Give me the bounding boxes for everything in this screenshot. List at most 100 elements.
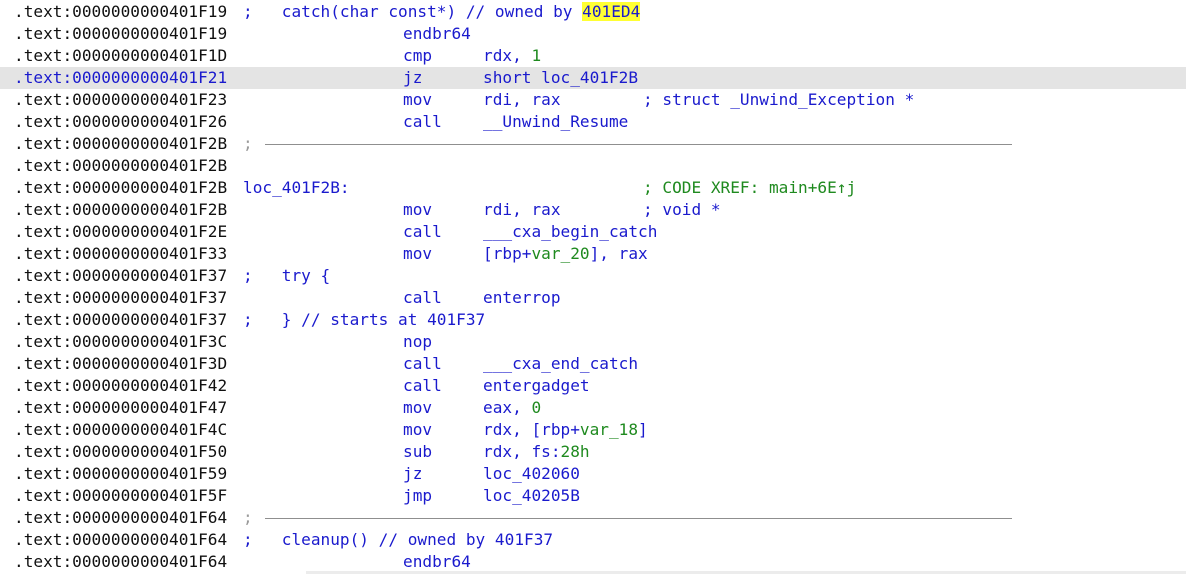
highlighted-address[interactable]: 401ED4 bbox=[582, 2, 641, 21]
instruction-mnemonic[interactable]: sub bbox=[403, 441, 432, 463]
instruction-mnemonic[interactable]: mov bbox=[403, 397, 432, 419]
listing-row[interactable]: .text:0000000000401F59 jz loc_402060 bbox=[0, 463, 1186, 485]
instruction-operands[interactable]: ___cxa_begin_catch bbox=[483, 221, 657, 243]
block-comment: ; try { bbox=[243, 265, 330, 287]
address[interactable]: .text:0000000000401F2B bbox=[14, 155, 227, 177]
instruction-mnemonic[interactable]: jz bbox=[403, 463, 422, 485]
address[interactable]: .text:0000000000401F64 bbox=[14, 507, 227, 529]
address[interactable]: .text:0000000000401F2B bbox=[14, 177, 227, 199]
listing-row[interactable]: .text:0000000000401F37 ; try { bbox=[0, 265, 1186, 287]
instruction-operands[interactable]: eax, 0 bbox=[483, 397, 541, 419]
operand-variable[interactable]: var_18 bbox=[580, 420, 638, 439]
operand-text: ] bbox=[638, 420, 648, 439]
address[interactable]: .text:0000000000401F64 bbox=[14, 551, 227, 573]
comment-text: catch(char const*) // owned by bbox=[252, 2, 583, 21]
address[interactable]: .text:0000000000401F64 bbox=[14, 529, 227, 551]
address[interactable]: .text:0000000000401F33 bbox=[14, 243, 227, 265]
listing-row[interactable]: .text:0000000000401F2B loc_401F2B: ; CODE … bbox=[0, 177, 1186, 199]
address[interactable]: .text:0000000000401F37 bbox=[14, 287, 227, 309]
listing-row[interactable]: .text:0000000000401F42 call entergadget bbox=[0, 375, 1186, 397]
operand-immediate: 1 bbox=[531, 46, 542, 65]
address[interactable]: .text:0000000000401F19 bbox=[14, 23, 227, 45]
instruction-mnemonic[interactable]: call bbox=[403, 221, 442, 243]
listing-row[interactable]: .text:0000000000401F4C mov rdx, [rbp+var_1… bbox=[0, 419, 1186, 441]
address[interactable]: .text:0000000000401F2B bbox=[14, 133, 227, 155]
instruction-operands[interactable]: enterrop bbox=[483, 287, 561, 309]
address[interactable]: .text:0000000000401F3C bbox=[14, 331, 227, 353]
address[interactable]: .text:0000000000401F3D bbox=[14, 353, 227, 375]
address[interactable]: .text:0000000000401F37 bbox=[14, 265, 227, 287]
address[interactable]: .text:0000000000401F59 bbox=[14, 463, 227, 485]
listing-row[interactable]: .text:0000000000401F37 call enterrop bbox=[0, 287, 1186, 309]
operand-immediate: 0 bbox=[531, 398, 542, 417]
instruction-mnemonic[interactable]: call bbox=[403, 111, 442, 133]
address[interactable]: .text:0000000000401F37 bbox=[14, 309, 227, 331]
operand-text: ], rax bbox=[589, 244, 648, 263]
instruction-operands[interactable]: rdx, [rbp+var_18] bbox=[483, 419, 648, 441]
listing-row[interactable]: .text:0000000000401F2B; bbox=[0, 133, 1186, 155]
instruction-mnemonic[interactable]: jz bbox=[403, 67, 422, 89]
listing-row[interactable]: .text:0000000000401F47 mov eax, 0 bbox=[0, 397, 1186, 419]
disassembly-listing[interactable]: .text:0000000000401F19; catch(char const… bbox=[0, 1, 1186, 573]
listing-row[interactable]: .text:0000000000401F23 mov rdi, rax ; struc… bbox=[0, 89, 1186, 111]
instruction-operands[interactable]: rdx, fs:28h bbox=[483, 441, 590, 463]
listing-row[interactable]: .text:0000000000401F64; bbox=[0, 507, 1186, 529]
address[interactable]: .text:0000000000401F5F bbox=[14, 485, 227, 507]
instruction-operands[interactable]: loc_402060 bbox=[483, 463, 580, 485]
listing-row[interactable]: .text:0000000000401F3C nop bbox=[0, 331, 1186, 353]
address[interactable]: .text:0000000000401F4C bbox=[14, 419, 227, 441]
listing-row[interactable]: .text:0000000000401F3D call ___cxa_end_cat… bbox=[0, 353, 1186, 375]
listing-row[interactable]: .text:0000000000401F2E call ___cxa_begin_c… bbox=[0, 221, 1186, 243]
instruction-operands[interactable]: __Unwind_Resume bbox=[483, 111, 628, 133]
listing-row[interactable]: .text:0000000000401F2B mov rdi, rax ; void … bbox=[0, 199, 1186, 221]
comment-semicolon: ; bbox=[243, 530, 253, 549]
listing-row[interactable]: .text:0000000000401F19; catch(char const… bbox=[0, 1, 1186, 23]
instruction-mnemonic[interactable]: endbr64 bbox=[403, 23, 471, 45]
instruction-operands[interactable]: [rbp+var_20], rax bbox=[483, 243, 648, 265]
listing-row[interactable]: .text:0000000000401F26 call __Unwind_Resum… bbox=[0, 111, 1186, 133]
address[interactable]: .text:0000000000401F42 bbox=[14, 375, 227, 397]
instruction-operands[interactable]: ___cxa_end_catch bbox=[483, 353, 638, 375]
address[interactable]: .text:0000000000401F2B bbox=[14, 199, 227, 221]
instruction-mnemonic[interactable]: mov bbox=[403, 199, 432, 221]
code-xref-comment[interactable]: ; CODE XREF: main+6E↑j bbox=[643, 177, 856, 199]
instruction-mnemonic[interactable]: mov bbox=[403, 419, 432, 441]
listing-row[interactable]: .text:0000000000401F2B bbox=[0, 155, 1186, 177]
address[interactable]: .text:0000000000401F50 bbox=[14, 441, 227, 463]
instruction-mnemonic[interactable]: jmp bbox=[403, 485, 432, 507]
operand-variable[interactable]: var_20 bbox=[531, 244, 589, 263]
address[interactable]: .text:0000000000401F2E bbox=[14, 221, 227, 243]
separator-semicolon: ; bbox=[243, 134, 253, 153]
instruction-operands[interactable]: loc_40205B bbox=[483, 485, 580, 507]
instruction-mnemonic[interactable]: nop bbox=[403, 331, 432, 353]
instruction-mnemonic[interactable]: cmp bbox=[403, 45, 432, 67]
instruction-mnemonic[interactable]: endbr64 bbox=[403, 551, 471, 573]
address[interactable]: .text:0000000000401F21 bbox=[14, 67, 227, 89]
code-label[interactable]: loc_401F2B: bbox=[243, 177, 350, 199]
listing-row[interactable]: .text:0000000000401F1D cmp rdx, 1 bbox=[0, 45, 1186, 67]
listing-row[interactable]: .text:0000000000401F64 endbr64 bbox=[0, 551, 1186, 573]
address[interactable]: .text:0000000000401F47 bbox=[14, 397, 227, 419]
listing-row[interactable]: .text:0000000000401F50 sub rdx, fs:28h bbox=[0, 441, 1186, 463]
address[interactable]: .text:0000000000401F23 bbox=[14, 89, 227, 111]
instruction-mnemonic[interactable]: call bbox=[403, 353, 442, 375]
instruction-mnemonic[interactable]: call bbox=[403, 375, 442, 397]
instruction-operands[interactable]: short loc_401F2B bbox=[483, 67, 638, 89]
listing-row[interactable]: .text:0000000000401F5F jmp loc_40205B bbox=[0, 485, 1186, 507]
listing-row[interactable]: .text:0000000000401F37; } // starts at 4… bbox=[0, 309, 1186, 331]
listing-row[interactable]: .text:0000000000401F33 mov [rbp+var_20], r… bbox=[0, 243, 1186, 265]
instruction-mnemonic[interactable]: mov bbox=[403, 89, 432, 111]
listing-row[interactable]: .text:0000000000401F19 endbr64 bbox=[0, 23, 1186, 45]
comment-text: cleanup() // owned by 401F37 bbox=[252, 530, 554, 549]
instruction-operands[interactable]: entergadget bbox=[483, 375, 590, 397]
instruction-operands[interactable]: rdx, 1 bbox=[483, 45, 541, 67]
address[interactable]: .text:0000000000401F19 bbox=[14, 1, 227, 23]
instruction-operands[interactable]: rdi, rax bbox=[483, 89, 561, 111]
instruction-operands[interactable]: rdi, rax bbox=[483, 199, 561, 221]
instruction-mnemonic[interactable]: call bbox=[403, 287, 442, 309]
instruction-mnemonic[interactable]: mov bbox=[403, 243, 432, 265]
address[interactable]: .text:0000000000401F1D bbox=[14, 45, 227, 67]
address[interactable]: .text:0000000000401F26 bbox=[14, 111, 227, 133]
listing-row-current[interactable]: .text:0000000000401F21 jz short loc_401F2B bbox=[0, 67, 1186, 89]
listing-row[interactable]: .text:0000000000401F64; cleanup() // own… bbox=[0, 529, 1186, 551]
